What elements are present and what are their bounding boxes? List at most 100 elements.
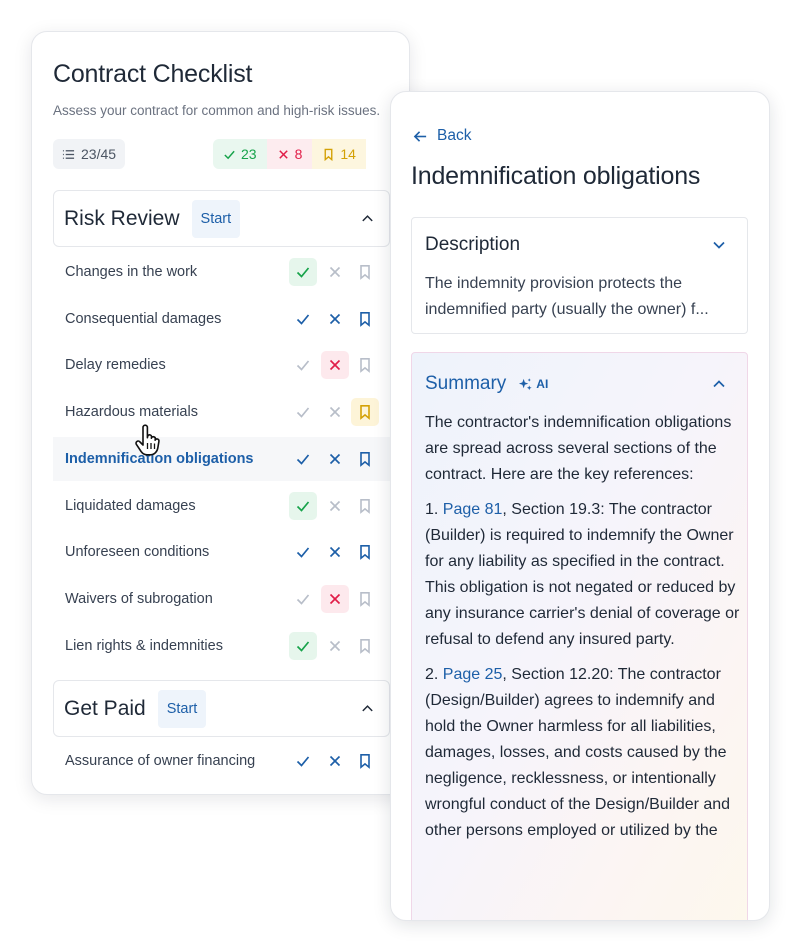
checklist-item-label[interactable]: Waivers of subrogation <box>65 591 213 607</box>
x-icon <box>329 406 341 418</box>
mark-pass-button[interactable] <box>289 398 317 426</box>
chevron-up-icon[interactable] <box>711 376 727 392</box>
chevron-up-icon[interactable] <box>360 701 375 716</box>
arrow-left-icon <box>413 130 427 142</box>
sparkle-icon <box>519 377 532 390</box>
bookmark-icon <box>360 358 370 374</box>
summary-header[interactable]: Summary AI <box>425 373 548 395</box>
checklist-item[interactable]: Delay remedies <box>53 343 390 387</box>
check-icon <box>224 150 235 159</box>
x-icon <box>329 500 341 511</box>
passed-count-filter[interactable]: 23 <box>213 139 267 169</box>
checklist-item-label[interactable]: Liquidated damages <box>65 498 196 514</box>
mark-pass-button[interactable] <box>289 258 317 286</box>
mark-fail-button[interactable] <box>321 584 349 613</box>
flag-button[interactable] <box>351 398 379 427</box>
checklist-item[interactable]: Changes in the work <box>53 250 390 294</box>
passed-count: 23 <box>241 146 257 162</box>
bookmark-icon <box>360 405 370 420</box>
x-icon <box>329 755 341 767</box>
description-accordion[interactable]: Description The indemnity provision prot… <box>411 217 748 334</box>
check-icon <box>296 454 310 465</box>
flag-button[interactable] <box>351 632 379 660</box>
check-icon <box>296 547 310 558</box>
mark-pass-button[interactable] <box>289 491 317 520</box>
flag-button[interactable] <box>351 585 379 613</box>
mark-pass-button[interactable] <box>289 445 317 473</box>
status-summary: 23 8 14 <box>213 139 366 169</box>
check-icon <box>296 267 310 278</box>
checklist-item[interactable]: Liquidated damages <box>53 484 390 528</box>
mark-pass-button[interactable] <box>289 585 317 613</box>
mark-fail-button[interactable] <box>321 538 349 566</box>
section-header-risk-review[interactable]: Risk Review Start <box>53 190 390 247</box>
mark-fail-button[interactable] <box>321 632 349 660</box>
mark-fail-button[interactable] <box>321 445 349 473</box>
check-icon <box>296 500 310 512</box>
check-icon <box>296 594 310 605</box>
checklist-item-label[interactable]: Unforeseen conditions <box>65 544 209 560</box>
bookmark-icon <box>324 148 333 161</box>
mark-fail-button[interactable] <box>321 398 349 426</box>
flag-button[interactable] <box>351 258 379 286</box>
flag-button[interactable] <box>351 305 379 333</box>
check-icon <box>296 407 310 418</box>
mark-fail-button[interactable] <box>321 351 349 380</box>
progress-count: 23/45 <box>53 139 126 169</box>
detail-panel: Back Indemnification obligations Descrip… <box>390 91 770 921</box>
check-icon <box>296 360 310 372</box>
mark-pass-button[interactable] <box>289 631 317 660</box>
bookmark-icon <box>360 451 370 467</box>
flag-button[interactable] <box>351 351 379 379</box>
page-link[interactable]: Page 81 <box>443 501 503 518</box>
start-button[interactable]: Start <box>157 689 207 728</box>
mark-fail-button[interactable] <box>321 258 349 286</box>
x-icon <box>329 547 341 558</box>
section-title: Get Paid <box>64 696 146 720</box>
checklist-item[interactable]: Assurance of owner financing <box>53 739 390 783</box>
mark-fail-button[interactable] <box>321 305 349 333</box>
mark-fail-button[interactable] <box>321 747 349 775</box>
checklist-item-label[interactable]: Delay remedies <box>65 357 166 373</box>
checklist-panel: Contract Checklist Assess your contract … <box>31 31 410 795</box>
checklist-subtitle: Assess your contract for common and high… <box>53 103 381 118</box>
mark-pass-button[interactable] <box>289 305 317 333</box>
checklist-item[interactable]: Lien rights & indemnities <box>53 624 390 668</box>
flag-button[interactable] <box>351 445 379 473</box>
summary-heading: Summary <box>425 373 507 394</box>
checklist-item[interactable]: Indemnification obligations <box>53 436 390 481</box>
list-icon <box>62 149 75 159</box>
flag-button[interactable] <box>351 747 379 775</box>
checklist-item[interactable]: Consequential damages <box>53 297 390 341</box>
checklist-item-label[interactable]: Hazardous materials <box>65 404 198 420</box>
checklist-item[interactable]: Hazardous materials <box>53 390 390 434</box>
checklist-item-label[interactable]: Lien rights & indemnities <box>65 638 223 654</box>
chevron-up-icon[interactable] <box>360 211 375 226</box>
x-icon <box>329 266 341 278</box>
x-icon <box>329 640 341 651</box>
mark-fail-button[interactable] <box>321 492 349 520</box>
mark-pass-button[interactable] <box>289 747 317 775</box>
checklist-item[interactable]: Waivers of subrogation <box>53 577 390 621</box>
flag-button[interactable] <box>351 538 379 566</box>
mark-pass-button[interactable] <box>289 351 317 379</box>
back-button[interactable]: Back <box>413 127 471 145</box>
checklist-item[interactable]: Unforeseen conditions <box>53 530 390 574</box>
flagged-count-filter[interactable]: 14 <box>312 139 366 169</box>
flag-button[interactable] <box>351 492 379 520</box>
section-header-get-paid[interactable]: Get Paid Start <box>53 680 390 737</box>
checklist-item-label[interactable]: Assurance of owner financing <box>65 753 255 769</box>
flagged-count: 14 <box>340 146 356 162</box>
start-button[interactable]: Start <box>191 199 241 238</box>
chevron-down-icon[interactable] <box>711 237 727 253</box>
reference-text: , Section 19.3: The contractor (Builder)… <box>425 501 740 648</box>
summary-accordion: Summary AI The contractor's indemnificat… <box>411 352 748 920</box>
bookmark-icon <box>360 638 370 654</box>
page-link[interactable]: Page 25 <box>443 666 503 683</box>
checklist-item-label[interactable]: Consequential damages <box>65 311 221 327</box>
failed-count-filter[interactable]: 8 <box>266 139 313 169</box>
detail-title: Indemnification obligations <box>411 162 701 190</box>
bookmark-icon <box>360 754 370 769</box>
checklist-item-label[interactable]: Changes in the work <box>65 264 197 280</box>
mark-pass-button[interactable] <box>289 538 317 566</box>
